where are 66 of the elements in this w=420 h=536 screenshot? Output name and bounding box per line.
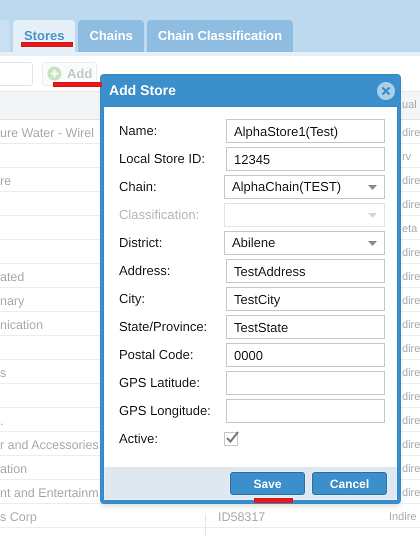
input-field[interactable]: TestCity	[226, 287, 385, 311]
input-field[interactable]: 12345	[226, 147, 385, 171]
filter-field[interactable]	[0, 62, 33, 86]
table-cell-text: r and Accessories	[0, 437, 99, 454]
table-cell-text: re	[0, 173, 12, 190]
caret-icon	[368, 184, 377, 190]
table-cell-text: .	[0, 413, 4, 430]
field-label: Postal Code:	[119, 346, 194, 364]
table-cell-text: dire	[402, 198, 420, 213]
field-label: Active:	[119, 430, 160, 448]
table-cell-text: dire	[402, 294, 420, 309]
field-label: State/Province:	[119, 318, 208, 336]
field-label: GPS Latitude:	[119, 374, 201, 392]
field-label: Local Store ID:	[119, 150, 206, 168]
table-cell-text: dire	[402, 438, 420, 453]
table-cell-text: dire	[402, 174, 420, 189]
table-cell-text: nary	[0, 293, 24, 310]
dialog-title: Add Store	[109, 81, 176, 100]
caret-icon	[368, 212, 377, 218]
field-label: Name:	[119, 122, 158, 140]
input-field[interactable]	[226, 399, 385, 423]
table-cell-text: dire	[402, 414, 420, 429]
table-cell-text: dire	[402, 126, 420, 141]
tab[interactable]	[0, 20, 10, 52]
dropdown-field[interactable]: AlphaChain(TEST)	[224, 175, 385, 199]
column-header: ual	[402, 98, 417, 113]
dialog-button[interactable]: Cancel	[312, 472, 387, 495]
input-field[interactable]: TestAddress	[226, 259, 385, 283]
plus-icon	[47, 66, 62, 81]
input-field[interactable]: 0000	[226, 343, 385, 367]
table-cell-text: dire	[402, 318, 420, 333]
table-cell-text: dire	[402, 366, 420, 381]
dropdown-field[interactable]: Abilene	[224, 231, 385, 255]
table-cell-text: rv	[402, 150, 412, 165]
field-label: Classification:	[119, 206, 200, 224]
table-cell-text: ated	[0, 269, 24, 286]
field-label: City:	[119, 290, 146, 308]
table-cell-text: dire	[402, 462, 420, 477]
table-cell-text: dire	[402, 246, 420, 261]
field-label: Address:	[119, 262, 172, 280]
table-cell-text: ure Water - Wirel	[0, 125, 94, 142]
field-label: District:	[119, 234, 164, 252]
input-field[interactable]	[226, 371, 385, 395]
table-cell-text: nication	[0, 317, 44, 334]
input-field[interactable]: AlphaStore1(Test)	[226, 119, 385, 143]
table-cell-text: s Corp	[0, 509, 37, 526]
field-label: GPS Longitude:	[119, 402, 212, 420]
field-label: Chain:	[119, 178, 158, 196]
table-cell-text: eta	[402, 222, 418, 237]
table-cell-text: ation	[0, 461, 28, 478]
table-cell-text: dire	[402, 390, 420, 405]
table-cell-text: s	[0, 365, 6, 382]
table-cell-text: dire	[402, 486, 420, 501]
table-cell-text: dire	[402, 270, 420, 285]
annotation-underline	[254, 498, 293, 503]
table-cell-text: ID58317	[218, 509, 266, 526]
table-cell-text: dire	[402, 342, 420, 357]
dialog-button[interactable]: Save	[230, 472, 305, 495]
input-field[interactable]: TestState	[226, 315, 385, 339]
annotation-underline	[53, 82, 102, 87]
annotation-underline	[21, 42, 73, 47]
close-icon[interactable]	[377, 82, 395, 100]
caret-icon	[368, 240, 377, 246]
table-cell-text: nt and Entertainm	[0, 485, 99, 502]
table-cell-text: Indire	[389, 510, 417, 525]
checkbox[interactable]	[224, 432, 238, 446]
